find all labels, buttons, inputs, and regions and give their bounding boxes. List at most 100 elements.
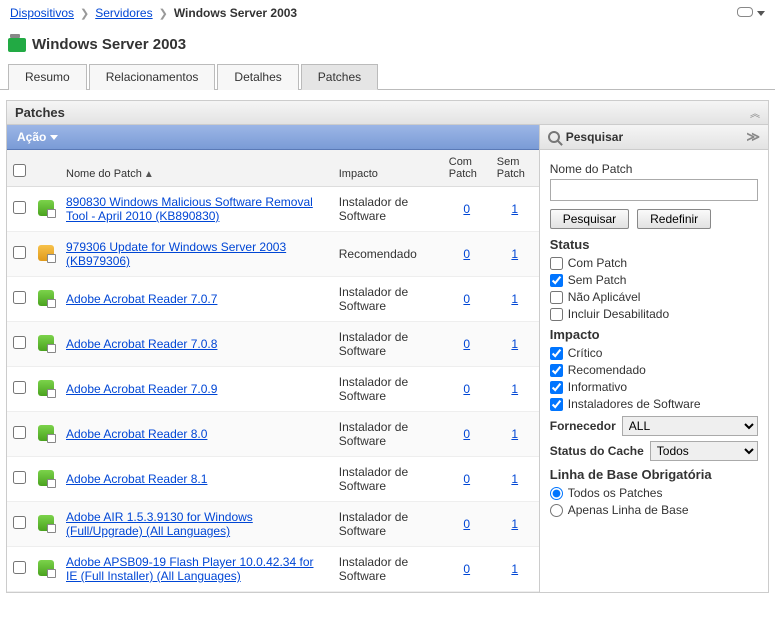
impact-checkbox[interactable] — [550, 364, 563, 377]
row-checkbox[interactable] — [13, 336, 26, 349]
table-row: Adobe AIR 1.5.3.9130 for Windows (Full/U… — [7, 502, 539, 547]
section-title: Patches — [15, 105, 65, 120]
impact-checkbox[interactable] — [550, 347, 563, 360]
breadcrumb-link[interactable]: Dispositivos — [10, 6, 74, 20]
checkbox-label: Com Patch — [568, 256, 627, 270]
table-row: Adobe APSB09-19 Flash Player 10.0.42.34 … — [7, 547, 539, 592]
vendor-label: Fornecedor — [550, 419, 616, 433]
radio-label: Todos os Patches — [568, 486, 663, 500]
section-header: Patches ︽ — [6, 100, 769, 125]
with-patch-link[interactable]: 0 — [463, 382, 470, 396]
status-checkbox[interactable] — [550, 291, 563, 304]
status-checkbox[interactable] — [550, 257, 563, 270]
patch-link[interactable]: 890830 Windows Malicious Software Remova… — [66, 195, 313, 223]
table-row: Adobe Acrobat Reader 7.0.9 Instalador de … — [7, 367, 539, 412]
impact-cell: Instalador de Software — [333, 502, 443, 547]
row-checkbox[interactable] — [13, 246, 26, 259]
with-patch-link[interactable]: 0 — [463, 427, 470, 441]
table-row: Adobe Acrobat Reader 8.0 Instalador de So… — [7, 412, 539, 457]
col-without-patch[interactable]: Sem Patch — [491, 150, 539, 187]
breadcrumb-current: Windows Server 2003 — [174, 6, 297, 20]
caret-down-icon[interactable] — [757, 11, 765, 16]
without-patch-link[interactable]: 1 — [511, 427, 518, 441]
link-icon[interactable] — [737, 6, 753, 20]
search-button[interactable]: Pesquisar — [550, 209, 629, 229]
patch-link[interactable]: Adobe Acrobat Reader 8.0 — [66, 427, 207, 441]
impact-cell: Instalador de Software — [333, 367, 443, 412]
col-impact[interactable]: Impacto — [333, 150, 443, 187]
select-all-checkbox[interactable] — [13, 164, 26, 177]
tabs: Resumo Relacionamentos Detalhes Patches — [0, 63, 775, 90]
table-row: Adobe Acrobat Reader 8.1Instalador de So… — [7, 457, 539, 502]
patch-link[interactable]: Adobe Acrobat Reader 7.0.9 — [66, 382, 217, 396]
without-patch-link[interactable]: 1 — [511, 562, 518, 576]
patch-link[interactable]: Adobe AIR 1.5.3.9130 for Windows (Full/U… — [66, 510, 253, 538]
tab-patches[interactable]: Patches — [301, 64, 378, 90]
with-patch-link[interactable]: 0 — [463, 292, 470, 306]
impact-cell: Recomendado — [333, 232, 443, 277]
row-checkbox[interactable] — [13, 516, 26, 529]
caret-down-icon — [50, 135, 58, 140]
impact-group-label: Impacto — [550, 327, 758, 342]
search-icon — [548, 131, 560, 143]
with-patch-link[interactable]: 0 — [463, 202, 470, 216]
breadcrumb: Dispositivos ❯ Servidores ❯ Windows Serv… — [0, 0, 775, 26]
checkbox-label: Não Aplicável — [568, 290, 641, 304]
without-patch-link[interactable]: 1 — [511, 382, 518, 396]
chevron-right-icon: ❯ — [80, 7, 89, 20]
collapse-icon[interactable]: ︽ — [750, 105, 760, 120]
patch-icon — [38, 245, 54, 261]
col-name[interactable]: Nome do Patch▲ — [60, 150, 333, 187]
status-checkbox[interactable] — [550, 274, 563, 287]
tab-resumo[interactable]: Resumo — [8, 64, 87, 90]
without-patch-link[interactable]: 1 — [511, 292, 518, 306]
expand-icon[interactable]: ≫ — [746, 129, 760, 145]
with-patch-link[interactable]: 0 — [463, 247, 470, 261]
patch-link[interactable]: 979306 Update for Windows Server 2003 (K… — [66, 240, 286, 268]
breadcrumb-link[interactable]: Servidores — [95, 6, 152, 20]
without-patch-link[interactable]: 1 — [511, 472, 518, 486]
vendor-select[interactable]: ALL — [622, 416, 758, 436]
status-group-label: Status — [550, 237, 758, 252]
table-row: Adobe Acrobat Reader 7.0.7 Instalador de … — [7, 277, 539, 322]
radio-label: Apenas Linha de Base — [568, 503, 689, 517]
tab-relacionamentos[interactable]: Relacionamentos — [89, 64, 216, 90]
impact-checkbox[interactable] — [550, 398, 563, 411]
impact-cell: Instalador de Software — [333, 412, 443, 457]
without-patch-link[interactable]: 1 — [511, 517, 518, 531]
search-header: Pesquisar ≫ — [540, 125, 768, 150]
baseline-radio[interactable] — [550, 504, 563, 517]
with-patch-link[interactable]: 0 — [463, 337, 470, 351]
col-with-patch[interactable]: Com Patch — [443, 150, 491, 187]
patch-link[interactable]: Adobe APSB09-19 Flash Player 10.0.42.34 … — [66, 555, 314, 583]
patch-link[interactable]: Adobe Acrobat Reader 7.0.7 — [66, 292, 217, 306]
impact-cell: Instalador de Software — [333, 277, 443, 322]
row-checkbox[interactable] — [13, 201, 26, 214]
patch-link[interactable]: Adobe Acrobat Reader 8.1 — [66, 472, 207, 486]
row-checkbox[interactable] — [13, 471, 26, 484]
row-checkbox[interactable] — [13, 426, 26, 439]
without-patch-link[interactable]: 1 — [511, 202, 518, 216]
with-patch-link[interactable]: 0 — [463, 472, 470, 486]
with-patch-link[interactable]: 0 — [463, 517, 470, 531]
checkbox-label: Sem Patch — [568, 273, 627, 287]
action-menu[interactable]: Ação — [7, 125, 539, 150]
status-checkbox[interactable] — [550, 308, 563, 321]
reset-button[interactable]: Redefinir — [637, 209, 711, 229]
row-checkbox[interactable] — [13, 561, 26, 574]
cache-select[interactable]: Todos — [650, 441, 758, 461]
action-label: Ação — [17, 130, 46, 144]
table-row: Adobe Acrobat Reader 7.0.8Instalador de … — [7, 322, 539, 367]
tab-detalhes[interactable]: Detalhes — [217, 64, 298, 90]
without-patch-link[interactable]: 1 — [511, 337, 518, 351]
with-patch-link[interactable]: 0 — [463, 562, 470, 576]
row-checkbox[interactable] — [13, 291, 26, 304]
row-checkbox[interactable] — [13, 381, 26, 394]
patch-link[interactable]: Adobe Acrobat Reader 7.0.8 — [66, 337, 217, 351]
search-name-input[interactable] — [550, 179, 758, 201]
checkbox-label: Recomendado — [568, 363, 646, 377]
baseline-radio[interactable] — [550, 487, 563, 500]
checkbox-label: Crítico — [568, 346, 603, 360]
without-patch-link[interactable]: 1 — [511, 247, 518, 261]
impact-checkbox[interactable] — [550, 381, 563, 394]
